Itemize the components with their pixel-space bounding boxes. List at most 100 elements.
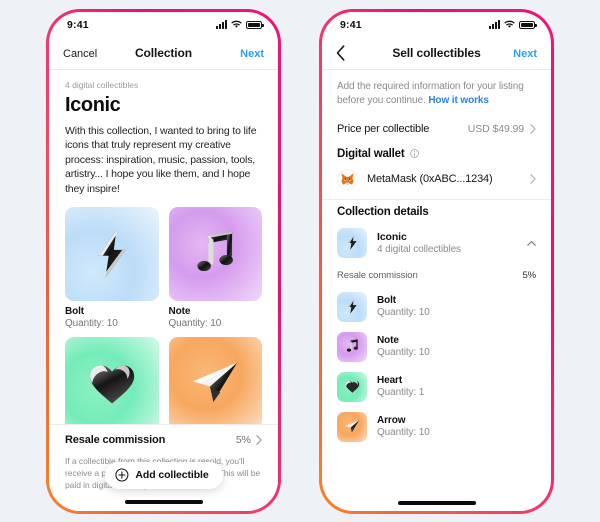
nav-left-slot: Cancel: [63, 44, 107, 62]
music-note-icon: [346, 339, 358, 352]
price-label: Price per collectible: [337, 122, 430, 135]
metamask-fox-icon: [341, 172, 354, 185]
chevron-right-icon: [530, 123, 536, 134]
collectible-thumbnail[interactable]: [168, 207, 262, 301]
item-text: Bolt Quantity: 10: [377, 295, 430, 318]
nav-right-slot: Next: [493, 44, 537, 62]
resale-commission-label: Resale commission: [337, 269, 418, 281]
collection-description: With this collection, I wanted to bring …: [65, 124, 257, 195]
list-item[interactable]: Heart Quantity: 1: [322, 367, 551, 407]
item-name: Bolt: [377, 295, 397, 306]
chevron-right-icon: [530, 174, 536, 184]
status-icon-group: [216, 20, 264, 29]
collection-name: Iconic: [377, 230, 407, 243]
cancel-button[interactable]: Cancel: [63, 48, 97, 60]
price-value: USD $49.99: [467, 122, 524, 135]
list-item[interactable]: Bolt Quantity: 10: [322, 287, 551, 327]
cellular-bars-icon: [216, 20, 227, 29]
digital-wallet-label: Digital wallet: [337, 147, 405, 160]
collectible-card-0[interactable]: Bolt Quantity: 10: [65, 207, 159, 329]
page-title: Sell collectibles: [392, 46, 481, 60]
collection-header: 4 digital collectibles Iconic With this …: [49, 70, 278, 430]
item-name: Arrow: [377, 415, 406, 426]
screenshot-stage: 9:41 Cancel Collection Next 4 digital co…: [0, 0, 600, 522]
resale-commission-row[interactable]: Resale commission 5%: [65, 434, 262, 446]
wifi-icon: [504, 20, 515, 28]
phone-frame-collection: 9:41 Cancel Collection Next 4 digital co…: [46, 8, 281, 514]
cellular-bars-icon: [489, 20, 500, 29]
paper-plane-icon: [345, 420, 359, 433]
collectible-quantity: Quantity: 10: [168, 317, 222, 329]
chevron-right-icon: [256, 435, 262, 445]
digital-wallet-heading: Digital wallet: [322, 142, 551, 164]
collection-count-label: 4 digital collectibles: [65, 79, 139, 90]
collection-summary-row[interactable]: Iconic 4 digital collectibles: [322, 222, 551, 265]
collectible-card-3[interactable]: [168, 336, 262, 430]
collectible-quantity: Quantity: 10: [65, 317, 118, 329]
resale-commission-label: Resale commission: [65, 434, 166, 446]
list-item[interactable]: Note Quantity: 10: [322, 327, 551, 367]
collectible-card-1[interactable]: Note Quantity: 10: [168, 207, 262, 329]
add-collectible-label: Add collectible: [135, 469, 209, 481]
chevron-up-icon[interactable]: [527, 240, 536, 246]
resale-commission-value: 5%: [235, 434, 251, 446]
status-clock: 9:41: [67, 18, 89, 31]
item-quantity: Quantity: 1: [377, 387, 425, 398]
collectibles-grid: Bolt Quantity: 10 Note Quantity: 10: [65, 207, 262, 430]
resale-commission-row: Resale commission 5%: [322, 265, 551, 287]
collectible-card-2[interactable]: [65, 336, 159, 430]
heart-icon: [345, 380, 359, 393]
collectible-thumbnail[interactable]: [65, 336, 159, 430]
phone2-scroll-body[interactable]: Add the required information for your li…: [322, 70, 551, 511]
collection-details-label: Collection details: [337, 205, 429, 218]
wallet-row[interactable]: MetaMask (0xABC...1234): [322, 164, 551, 199]
battery-full-icon: [246, 21, 264, 29]
add-collectible-button[interactable]: Add collectible: [104, 461, 223, 489]
music-note-icon: [197, 230, 234, 271]
item-text: Note Quantity: 10: [377, 335, 430, 358]
collectible-thumbnail[interactable]: [65, 207, 159, 301]
how-it-works-link[interactable]: How it works: [428, 95, 489, 106]
collectible-name: Bolt: [65, 305, 85, 317]
phone-frame-sell: 9:41 Sell collectibles Next Add the requ…: [319, 8, 554, 514]
status-clock: 9:41: [340, 18, 362, 31]
collectible-thumbnail[interactable]: [168, 336, 262, 430]
item-thumbnail: [337, 291, 367, 322]
item-text: Heart Quantity: 1: [377, 375, 424, 398]
price-value-group: USD $49.99: [468, 123, 536, 135]
phone1-screen: 9:41 Cancel Collection Next 4 digital co…: [49, 11, 278, 511]
info-circle-icon[interactable]: [409, 149, 419, 158]
item-quantity: Quantity: 10: [377, 427, 430, 438]
resale-commission-value: 5%: [522, 269, 536, 281]
listing-intro-text: Add the required information for your li…: [322, 70, 551, 117]
paper-plane-icon: [193, 362, 238, 402]
page-title: Collection: [134, 46, 192, 60]
nav-left-slot: [336, 45, 380, 61]
collection-summary-text: Iconic 4 digital collectibles: [377, 231, 517, 255]
list-item[interactable]: Arrow Quantity: 10: [322, 407, 551, 447]
phone2-status-bar: 9:41: [322, 12, 551, 38]
phone1-status-bar: 9:41: [49, 12, 278, 38]
phone2-nav-bar: Sell collectibles Next: [322, 38, 551, 70]
next-button[interactable]: Next: [513, 48, 537, 60]
home-indicator: [124, 500, 203, 504]
home-indicator: [397, 501, 476, 505]
item-thumbnail: [337, 331, 367, 362]
chevron-left-icon[interactable]: [336, 45, 345, 61]
collection-thumbnail: [337, 227, 367, 258]
phone1-scroll-body[interactable]: 4 digital collectibles Iconic With this …: [49, 70, 278, 511]
battery-full-icon: [519, 21, 537, 29]
plus-circle-icon: [114, 468, 128, 482]
lightning-bolt-icon: [347, 235, 357, 250]
item-text: Arrow Quantity: 10: [377, 415, 430, 438]
item-name: Heart: [377, 375, 403, 386]
wifi-icon: [231, 20, 242, 28]
wallet-name: MetaMask (0xABC...1234): [367, 173, 493, 185]
item-quantity: Quantity: 10: [377, 307, 430, 318]
collectible-name: Note: [168, 305, 191, 317]
lightning-bolt-icon: [98, 230, 126, 278]
item-name: Note: [377, 335, 399, 346]
status-icon-group: [489, 20, 537, 29]
next-button[interactable]: Next: [240, 48, 264, 60]
price-per-collectible-row[interactable]: Price per collectible USD $49.99: [322, 117, 551, 142]
